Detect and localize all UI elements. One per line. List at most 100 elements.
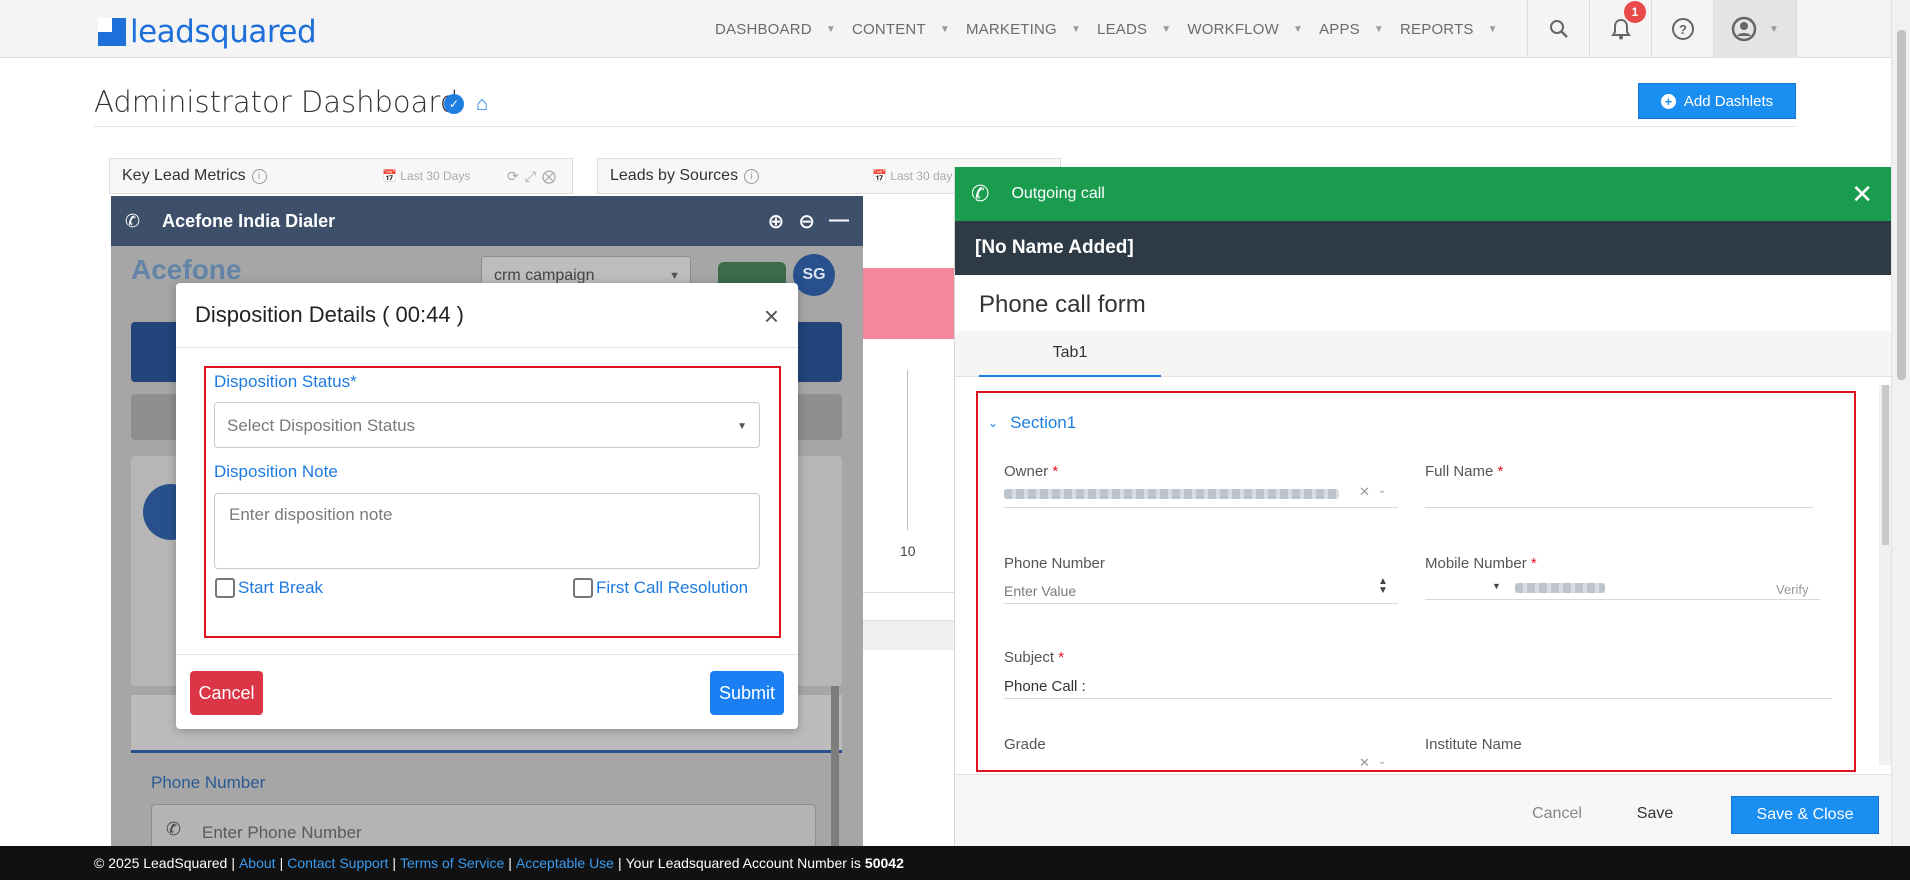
call-header-title: Outgoing call	[1011, 185, 1105, 202]
nav-item-apps[interactable]: APPS ▼	[1319, 21, 1384, 38]
nav-item-reports[interactable]: REPORTS ▼	[1400, 21, 1498, 38]
page-scrollbar[interactable]	[1891, 0, 1910, 846]
contact-support-link[interactable]: Contact Support	[287, 855, 388, 871]
campaign-value: crm campaign	[494, 267, 595, 284]
help-icon[interactable]: ?	[1651, 0, 1713, 58]
about-link[interactable]: About	[239, 855, 276, 871]
mobile-number-input[interactable]	[1425, 599, 1820, 600]
nav-label: APPS	[1319, 20, 1360, 38]
subject-input[interactable]	[1004, 698, 1832, 699]
outgoing-call-icon: ✆	[971, 181, 990, 206]
copyright-text: © 2025 LeadSquared	[94, 855, 228, 871]
chevron-down-icon: ▼	[1161, 23, 1172, 35]
chevron-down-icon: ▼	[1070, 23, 1082, 35]
form-tabs: Tab1	[955, 331, 1891, 377]
search-icon[interactable]	[1527, 0, 1589, 58]
home-icon[interactable]: ⌂	[476, 93, 488, 116]
owner-field[interactable]	[1004, 507, 1398, 508]
chart-footer	[862, 620, 954, 650]
handset-icon: ✆	[166, 819, 182, 839]
mobile-number-label: Mobile Number *	[1425, 555, 1537, 572]
close-icon[interactable]: ×	[764, 301, 779, 332]
dialer-scrollbar[interactable]	[831, 686, 839, 846]
disposition-status-placeholder: Select Disposition Status	[227, 416, 416, 435]
minimize-icon[interactable]: —	[829, 209, 849, 234]
acefone-logo: Acefone	[131, 254, 242, 285]
modal-title: Disposition Details ( 00:44 )	[195, 302, 465, 327]
checkbox-icon[interactable]	[215, 578, 235, 598]
disposition-note-textarea[interactable]: Enter disposition note	[214, 493, 760, 569]
chevron-down-icon[interactable]: ⌄	[1378, 485, 1386, 496]
phone-number-input[interactable]	[1004, 603, 1398, 604]
subject-label: Subject *	[1004, 649, 1064, 666]
disposition-modal: Disposition Details ( 00:44 ) × Disposit…	[176, 283, 798, 729]
svg-text:?: ?	[1679, 22, 1687, 37]
acceptable-use-link[interactable]: Acceptable Use	[516, 855, 614, 871]
country-code-dropdown-icon[interactable]: ▼	[1492, 581, 1501, 591]
nav-item-content[interactable]: CONTENT ▼	[852, 21, 950, 38]
dashlet-title: Leads by Sources	[610, 167, 739, 184]
verified-check-icon[interactable]: ✓	[444, 94, 464, 114]
full-name-input[interactable]	[1425, 507, 1813, 508]
bell-icon[interactable]: 1	[1589, 0, 1651, 58]
info-icon[interactable]: i	[251, 168, 267, 184]
dialer-title: Acefone India Dialer	[162, 210, 336, 231]
user-menu[interactable]: ▼	[1713, 0, 1797, 58]
start-break-label: Start Break	[238, 578, 324, 597]
date-range[interactable]: 📅 Last 30 day	[872, 169, 952, 183]
main-nav: DASHBOARD ▼ CONTENT ▼ MARKETING ▼ LEADS ▼ WO…	[715, 0, 1514, 58]
submit-button[interactable]: Submit	[710, 671, 784, 715]
nav-item-leads[interactable]: LEADS ▼	[1097, 21, 1171, 38]
save-close-button[interactable]: Save & Close	[1731, 796, 1879, 834]
disposition-note-placeholder: Enter disposition note	[229, 505, 393, 524]
tab-tab1[interactable]: Tab1	[979, 331, 1161, 377]
scrollbar-thumb[interactable]	[1897, 30, 1906, 380]
cancel-button[interactable]: Cancel	[190, 671, 263, 715]
add-dashlets-label: Add Dashlets	[1683, 92, 1774, 110]
phone-icon: ✆	[125, 210, 141, 231]
section-toggle[interactable]: ⌄ Section1	[988, 413, 1076, 433]
zoom-in-icon[interactable]: ⊕	[767, 209, 784, 234]
nav-item-workflow[interactable]: WORKFLOW ▼	[1187, 21, 1303, 38]
dashlet-tools[interactable]: ⟳⤢⨂	[507, 168, 562, 185]
save-button[interactable]: Save	[1615, 796, 1695, 832]
phone-number-input[interactable]: ✆ Enter Phone Number	[151, 804, 816, 846]
start-break-checkbox[interactable]: Start Break	[215, 578, 323, 598]
first-call-resolution-checkbox[interactable]: First Call Resolution	[573, 578, 748, 598]
verify-link[interactable]: Verify	[1776, 582, 1809, 597]
top-navbar: leadsquared DASHBOARD ▼ CONTENT ▼ MARKETIN…	[0, 0, 1891, 58]
first-call-resolution-label: First Call Resolution	[596, 578, 749, 597]
checkbox-icon[interactable]	[573, 578, 593, 598]
info-icon[interactable]: i	[744, 168, 760, 184]
disposition-form-highlight: Disposition Status* Select Disposition S…	[204, 366, 781, 638]
chevron-down-icon: ▼	[1769, 23, 1779, 35]
nav-item-marketing[interactable]: MARKETING ▼	[966, 21, 1081, 38]
section-title: Section1	[1010, 413, 1077, 432]
logo-mark-icon	[98, 18, 126, 46]
chevron-down-icon[interactable]: ⌄	[1378, 756, 1386, 767]
full-name-label-text: Full Name	[1425, 463, 1494, 480]
required-asterisk: *	[1058, 649, 1065, 666]
cancel-button[interactable]: Cancel	[1520, 796, 1594, 832]
number-stepper-icon[interactable]: ▲ ▼	[1378, 577, 1388, 596]
form-scrollbar[interactable]	[1879, 385, 1891, 765]
mobile-number-redacted	[1515, 583, 1605, 593]
call-header: ✆ Outgoing call ✕	[955, 167, 1891, 221]
leadsquared-logo[interactable]: leadsquared	[98, 14, 317, 50]
separator: |	[617, 855, 622, 871]
form-title: Phone call form	[979, 291, 1146, 318]
separator: |	[231, 855, 235, 871]
disposition-status-select[interactable]: Select Disposition Status ▼	[214, 402, 760, 448]
owner-value-redacted	[1004, 489, 1339, 499]
terms-of-service-link[interactable]: Terms of Service	[400, 855, 504, 871]
clear-icon[interactable]: ✕	[1359, 484, 1370, 500]
disposition-note-label: Disposition Note	[214, 462, 338, 481]
chevron-down-icon: ▼	[1487, 23, 1498, 35]
avatar[interactable]: SG	[793, 254, 835, 296]
add-dashlets-button[interactable]: + Add Dashlets	[1638, 83, 1796, 119]
zoom-out-icon[interactable]: ⊖	[798, 209, 815, 234]
clear-icon[interactable]: ✕	[1359, 755, 1370, 770]
close-icon[interactable]: ✕	[1851, 179, 1873, 210]
nav-item-dashboard[interactable]: DASHBOARD ▼	[715, 21, 836, 38]
date-range[interactable]: 📅 Last 30 Days	[382, 169, 470, 183]
